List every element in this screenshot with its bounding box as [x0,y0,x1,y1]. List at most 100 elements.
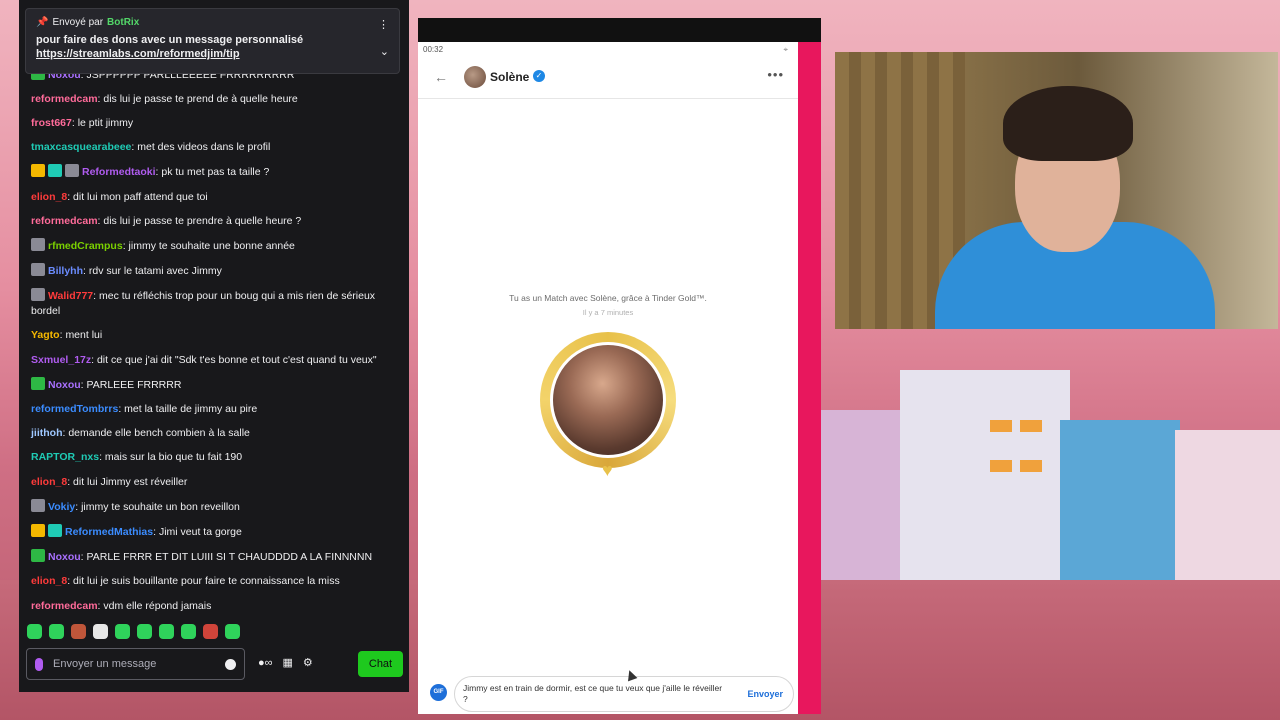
more-options-icon[interactable]: ••• [767,67,784,82]
more-options-icon[interactable]: ⋮ [378,18,389,31]
emote-icon[interactable] [203,624,218,639]
chat-username[interactable]: Noxou [48,551,81,563]
chat-username[interactable]: Sxmuel_17z [31,354,91,366]
pinned-message: 📌 Envoyé par BotRix pour faire des dons … [25,8,400,74]
green-badge-icon[interactable] [31,549,45,563]
chat-username[interactable]: reformedcam [31,600,98,612]
chat-send-button[interactable]: Chat [358,651,403,677]
emote-icon[interactable] [159,624,174,639]
chat-message: reformedcam: dis lui je passe te prendre… [31,214,302,227]
crown-badge-icon[interactable] [31,523,45,537]
conversation-header: ← Solène ✓ ••• [418,56,798,99]
chat-username[interactable]: Walid777 [48,290,93,302]
gif-button[interactable]: GIF [430,684,447,701]
crown-badge-icon[interactable] [31,164,45,178]
emoji-icon[interactable] [225,658,236,670]
mic-icon[interactable] [35,657,43,671]
emote-icon[interactable] [27,624,42,639]
chat-username[interactable]: Vokiy [48,501,75,513]
phone-screen: 00:32 ⌖ ← Solène ✓ ••• Tu as un Match av… [418,42,798,714]
chat-username[interactable]: jiithoh [31,427,63,439]
chat-message: elion_8: dit lui Jimmy est réveiller [31,475,188,488]
emote-icon[interactable] [181,624,196,639]
chat-username[interactable]: Reformedtaoki [82,166,156,178]
pinned-sent-by: Envoyé par [52,17,104,28]
chat-message: Vokiy: jimmy te souhaite un bon reveillo… [19,494,409,519]
chat-message: Sxmuel_17z: dit ce que j'ai dit "Sdk t'e… [31,353,377,366]
gray-badge-icon[interactable] [65,164,79,178]
building-blue [1060,420,1180,580]
chat-message-text: met des videos dans le profil [137,141,271,154]
match-photo[interactable] [550,342,666,458]
points-icon[interactable]: ●∞ [258,657,273,669]
chat-username[interactable]: elion_8 [31,575,67,587]
gray-badge-icon[interactable] [31,237,45,251]
chat-tools: ●∞ ▦ ⚙ [258,656,313,670]
chat-input[interactable]: Envoyer un message [26,648,245,680]
chat-username[interactable]: RAPTOR_nxs [31,451,99,463]
pinned-text: pour faire des dons avec un message pers… [36,34,304,46]
match-photo-ring [540,332,676,468]
pinned-link[interactable]: https://streamlabs.com/reformedjim/tip [36,48,389,60]
chat-message-text: jimmy te souhaite une bonne année [128,239,295,252]
webcam-feed [835,52,1278,329]
chat-message: rfmedCrampus: jimmy te souhaite une bonn… [19,233,409,258]
chat-message-text: dis lui je passe te prend de à quelle he… [103,92,298,105]
chat-message: reformedTombrrs: met la taille de jimmy … [31,403,258,416]
chevron-down-icon[interactable]: ⌄ [380,45,389,58]
chat-username[interactable]: frost667 [31,117,72,129]
location-icon: ⌖ [783,45,788,54]
store-icon[interactable]: ▦ [283,656,293,669]
chat-message-text: dit lui mon paff attend que toi [73,190,208,203]
gray-badge-icon[interactable] [31,288,45,302]
chat-message-text: pk tu met pas ta taille ? [161,166,270,179]
emote-icon[interactable] [71,624,86,639]
chat-message: elion_8: dit lui mon paff attend que toi [31,190,208,203]
back-arrow-icon[interactable]: ← [434,69,448,85]
chat-message: RAPTOR_nxs: mais sur la bio que tu fait … [31,451,243,464]
status-time: 00:32 [423,45,444,54]
teal-badge-icon[interactable] [48,523,62,537]
teal-badge-icon[interactable] [48,164,62,178]
chat-message-text: dis lui je passe te prendre à quelle heu… [103,214,302,227]
chat-message-text: mais sur la bio que tu fait 190 [104,451,243,464]
verified-icon: ✓ [533,70,545,82]
chat-username[interactable]: reformedcam [31,215,98,227]
chat-username[interactable]: Yagto [31,329,60,341]
emote-icon[interactable] [93,624,108,639]
chat-message: Reformedtaoki: pk tu met pas ta taille ? [19,160,409,185]
chat-username[interactable]: Billyhh [48,265,83,277]
chat-message-text: dit ce que j'ai dit "Sdk t'es bonne et t… [96,353,377,366]
green-badge-icon[interactable] [31,376,45,390]
chat-username[interactable]: ReformedMathias [65,526,153,538]
emote-icon[interactable] [225,624,240,639]
gray-badge-icon[interactable] [31,498,45,512]
send-button[interactable]: Envoyer [747,689,783,699]
pin-icon: 📌 [36,17,49,28]
chat-username[interactable]: Noxou [48,379,81,391]
chat-username[interactable]: elion_8 [31,191,67,203]
chat-message-text: dit lui Jimmy est réveiller [73,475,188,488]
chat-message-text: met la taille de jimmy au pire [124,403,258,416]
chat-message: reformedcam: vdm elle répond jamais [31,599,212,612]
chat-username[interactable]: reformedcam [31,93,98,105]
contact-avatar[interactable] [464,66,486,88]
chat-message: jiithoh: demande elle bench combien à la… [31,427,250,440]
message-composer[interactable]: Jimmy est en train de dormir, est ce que… [454,676,794,712]
chat-message-text: vdm elle répond jamais [103,599,212,612]
emote-icon[interactable] [137,624,152,639]
emote-icon[interactable] [115,624,130,639]
chat-input-placeholder: Envoyer un message [53,658,157,670]
chat-message-text: rdv sur le tatami avec Jimmy [88,265,222,278]
composer-text[interactable]: Jimmy est en train de dormir, est ce que… [463,683,723,705]
chat-message-text: le ptit jimmy [77,116,134,129]
contact-name[interactable]: Solène [490,70,529,84]
chat-username[interactable]: tmaxcasquearabeee [31,141,131,153]
chat-username[interactable]: rfmedCrampus [48,240,123,252]
chat-username[interactable]: reformedTombrrs [31,403,118,415]
gear-icon[interactable]: ⚙ [303,656,313,669]
chat-username[interactable]: elion_8 [31,476,67,488]
emote-icon[interactable] [49,624,64,639]
gray-badge-icon[interactable] [31,263,45,277]
phone-frame-side [798,42,821,714]
